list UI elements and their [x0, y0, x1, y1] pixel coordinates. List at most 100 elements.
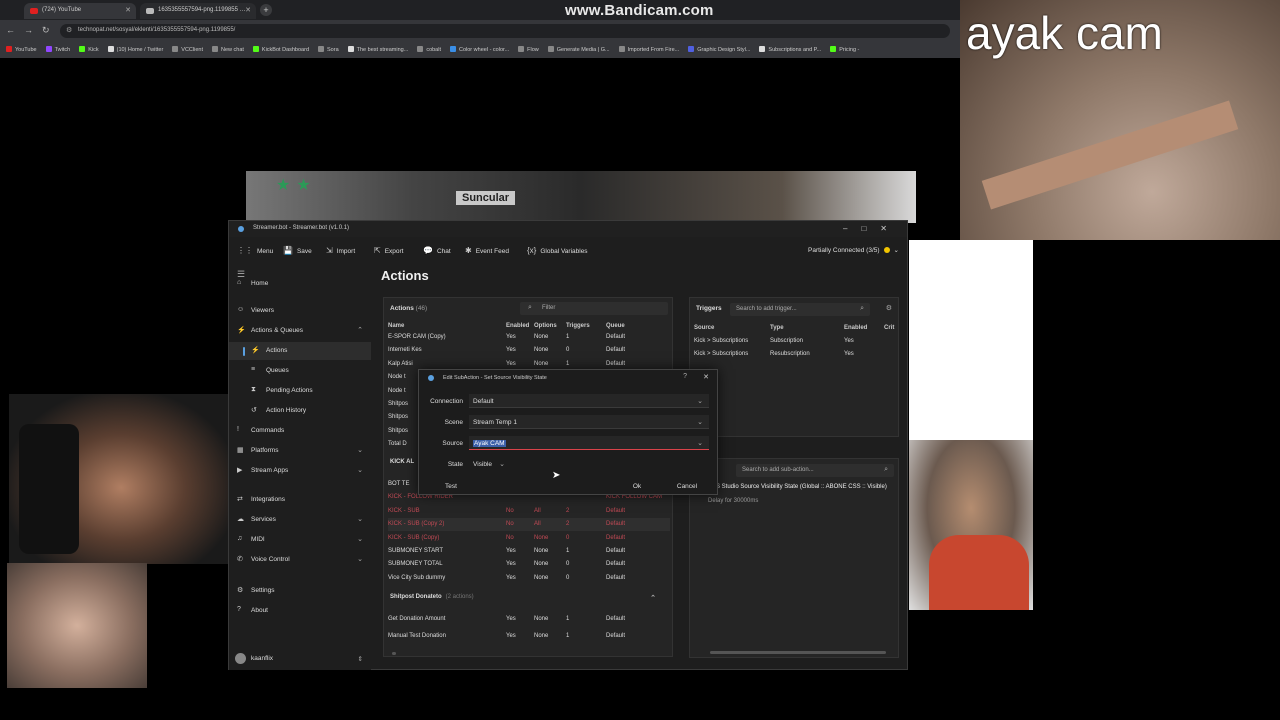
sidebar-item-actions[interactable]: ⚡ Actions: [229, 342, 371, 360]
sidebar-item-pending-actions[interactable]: ⧗ Pending Actions: [229, 382, 371, 400]
table-row[interactable]: KICK - SUB (Copy) No None 0 Default: [388, 532, 670, 545]
actions-filter-input[interactable]: ⌕ Filter: [520, 302, 668, 315]
services-icon: ☁: [237, 516, 244, 523]
bookmark-item[interactable]: Pricing -: [830, 42, 859, 58]
group-header-shitpost[interactable]: Shitpost Donateto (2 actions) ⌃: [390, 594, 660, 607]
bookmark-item[interactable]: YouTube: [6, 42, 37, 58]
table-cell: 2: [566, 507, 570, 514]
bookmark-item[interactable]: Sora: [318, 42, 339, 58]
site-info-icon[interactable]: ⚙: [66, 26, 72, 34]
sidebar-item-home[interactable]: ⌂ Home: [229, 275, 371, 293]
bookmark-item[interactable]: Twitch: [45, 42, 70, 58]
table-row[interactable]: Get Donation Amount Yes None 1 Default: [388, 613, 670, 626]
new-tab-button[interactable]: +: [260, 4, 272, 16]
menu-export-button[interactable]: ⇱ Export: [374, 246, 404, 255]
bookmark-item[interactable]: Subscriptions and P...: [759, 42, 821, 58]
connection-status[interactable]: Partially Connected (3/5) ⌄: [808, 246, 899, 254]
table-cell: All: [534, 521, 541, 528]
table-cell: 0: [566, 574, 570, 581]
bookmark-item[interactable]: The best streaming...: [347, 42, 408, 58]
menu-menu-button[interactable]: ⋮⋮ Menu: [237, 246, 273, 255]
cancel-button[interactable]: Cancel: [667, 480, 707, 492]
nav-buttons[interactable]: ←→↻: [6, 25, 59, 36]
bookmark-item[interactable]: Kick: [79, 42, 99, 58]
table-cell: E-SPOR CAM (Copy): [388, 334, 446, 340]
table-row[interactable]: Kick > Subscriptions Resubscription Yes: [694, 348, 898, 361]
source-select[interactable]: Ayak CAM ⌄: [469, 436, 709, 450]
sidebar-item-about[interactable]: ? About: [229, 602, 371, 620]
bookmark-item[interactable]: VCClient: [172, 42, 203, 58]
browser-tab-image[interactable]: 1635355557594-png.1199855 … ✕: [140, 3, 256, 19]
sidebar-item-commands[interactable]: ! Commands: [229, 422, 371, 440]
sidebar-item-label: Pending Actions: [266, 387, 313, 394]
horizontal-scrollbar[interactable]: [392, 652, 396, 655]
table-row[interactable]: SUBMONEY TOTAL Yes None 0 Default: [388, 558, 670, 571]
sidebar-item-platforms[interactable]: ▦ Platforms ⌄: [229, 442, 371, 460]
sidebar-item-queues[interactable]: ≡ Queues: [229, 362, 371, 380]
source-label: Source: [442, 440, 463, 447]
table-cell: Interneti Kes: [388, 347, 422, 354]
bookmark-item[interactable]: New chat: [211, 42, 244, 58]
close-icon[interactable]: ✕: [245, 6, 251, 14]
test-button[interactable]: Test: [433, 480, 469, 492]
subaction-item[interactable]: S Studio Source Visibility State (Global…: [694, 481, 894, 494]
sidebar-item-midi[interactable]: ♫ MIDI ⌄: [229, 531, 371, 549]
sidebar-item-integrations[interactable]: ⇄ Integrations: [229, 491, 371, 509]
help-icon[interactable]: ?: [683, 373, 687, 380]
table-cell: Shitpos: [388, 414, 409, 421]
menu-event-feed-button[interactable]: ✱ Event Feed: [465, 246, 509, 255]
sidebar-item-action-history[interactable]: ↺ Action History: [229, 402, 371, 420]
horizontal-scrollbar[interactable]: [710, 651, 886, 654]
bookmark-item[interactable]: Color wheel - color...: [450, 42, 509, 58]
table-row[interactable]: Vice City Sub dummy Yes None 0 Default: [388, 572, 670, 585]
table-row[interactable]: Interneti Kes Yes None 0 Default: [388, 344, 670, 357]
sidebar-item-viewers[interactable]: ☺ Viewers: [229, 302, 371, 320]
export-icon: ⇱: [374, 246, 381, 255]
table-cell: Enabled: [506, 323, 530, 329]
subaction-item[interactable]: Delay for 30000ms: [694, 495, 894, 508]
bookmark-item[interactable]: cobalt: [417, 42, 441, 58]
window-titlebar[interactable]: Streamer.bot - Streamer.bot (v1.0.1) –□✕: [229, 221, 907, 237]
sidebar-item-settings[interactable]: ⚙ Settings: [229, 582, 371, 600]
trigger-search-input[interactable]: Search to add trigger... ⌕: [730, 303, 870, 316]
table-row[interactable]: SUBMONEY START Yes None 1 Default: [388, 545, 670, 558]
sidebar-item-voice-control[interactable]: ✆ Voice Control ⌄: [229, 551, 371, 569]
platforms-icon: ▦: [237, 447, 244, 454]
user-profile[interactable]: kaanflix ⇕: [235, 652, 365, 666]
sidebar-item-services[interactable]: ☁ Services ⌄: [229, 511, 371, 529]
bookmark-item[interactable]: Imported From Fire...: [618, 42, 679, 58]
state-select[interactable]: Visible ⌄: [469, 457, 511, 471]
scene-label: Scene: [444, 419, 463, 426]
menu-chat-button[interactable]: 💬 Chat: [423, 246, 451, 255]
url-field[interactable]: ⚙ technopat.net/sosyal/eklenti/163535555…: [60, 24, 950, 38]
table-row[interactable]: Manual Test Donation Yes None 1 Default: [388, 630, 670, 643]
table-row[interactable]: KICK - SUB (Copy 2) No All 2 Default: [388, 518, 670, 532]
menu-save-button[interactable]: 💾 Save: [283, 246, 312, 255]
bookmark-item[interactable]: Graphic Design Styl...: [688, 42, 750, 58]
table-row[interactable]: Kick > Subscriptions Subscription Yes: [694, 335, 898, 348]
table-cell: Default: [606, 548, 626, 554]
table-row[interactable]: E-SPOR CAM (Copy) Yes None 1 Default: [388, 331, 670, 344]
bookmark-item[interactable]: Generate Media | G...: [547, 42, 610, 58]
close-icon[interactable]: ✕: [125, 6, 131, 14]
window-controls[interactable]: –□✕: [843, 224, 901, 233]
scene-select[interactable]: Stream Temp 1 ⌄: [469, 415, 709, 429]
settings-icon[interactable]: ⚙: [886, 304, 892, 312]
bookmark-item[interactable]: (10) Home / Twitter: [107, 42, 163, 58]
search-icon: ⌕: [528, 304, 532, 311]
menu-import-button[interactable]: ⇲ Import: [326, 246, 355, 255]
bookmark-item[interactable]: Flow: [518, 42, 539, 58]
table-cell: Yes: [506, 561, 516, 568]
sidebar-item-stream-apps[interactable]: ▶ Stream Apps ⌄: [229, 462, 371, 480]
subaction-search-input[interactable]: Search to add sub-action... ⌕: [736, 464, 894, 477]
mouse-cursor-icon: ➤: [552, 470, 561, 481]
sidebar-item-actions-queues[interactable]: ⚡ Actions & Queues ⌃: [229, 322, 371, 340]
table-cell: 0: [566, 534, 570, 541]
connection-select[interactable]: Default ⌄: [469, 394, 709, 408]
bookmark-item[interactable]: KickBot Dashboard: [252, 42, 309, 58]
table-row[interactable]: KICK - SUB No All 2 Default: [388, 505, 670, 518]
ok-button[interactable]: Ok: [619, 480, 655, 492]
close-icon[interactable]: ✕: [703, 373, 709, 381]
browser-tab-youtube[interactable]: (724) YouTube ✕: [24, 3, 136, 19]
menu-global-variables-button[interactable]: {x} Global Variables: [527, 246, 588, 255]
